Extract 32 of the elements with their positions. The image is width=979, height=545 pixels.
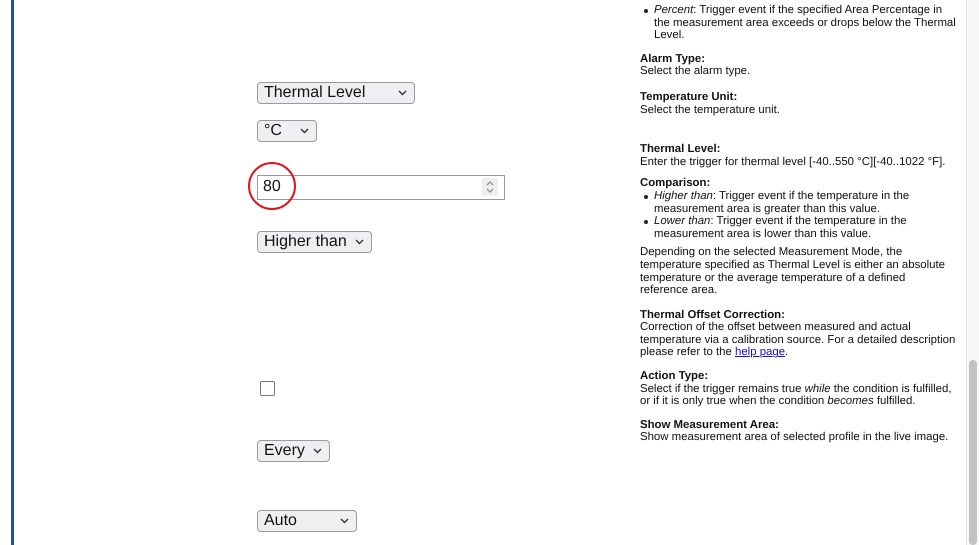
dropdown[interactable]: Auto [257,510,357,532]
help-text: Select the alarm type. [640,65,752,78]
help-text: Correction of the offset between measured and actual temperature via a calibration source. For a detailed description please refer to the help page. [640,321,956,360]
section-heading: Thermal Level: [640,143,722,156]
section-heading: Comparison: [640,177,712,190]
dropdown[interactable]: Every [257,440,330,462]
section-heading: Action Type: [640,370,710,383]
caret-icon [340,518,349,524]
help-link[interactable]: help page [735,346,786,358]
help-text: Depending on the selected Measurement Mode, the temperature specified as Thermal Level is either an absolute temperature or the average temperature of a defined reference area. [640,246,946,297]
help-text: Show measurement area of selected profile in the live image. [640,431,950,444]
spinner-icon [482,178,498,196]
scrollbar[interactable] [966,0,979,545]
caret-icon [398,90,407,96]
section-heading: Show Measurement Area: [640,418,780,432]
number-field[interactable]: 80 [257,174,505,200]
dropdown[interactable]: Thermal Level [257,82,415,104]
bullet-item: Percent: Trigger event if the specified Area Percentage in the measurement area exceeds or drops below the Thermal Level. [640,4,956,42]
section-heading: Temperature Unit: [640,90,738,104]
caret-icon [312,448,322,454]
bullet-item: Lower than: Trigger event if the temperature in the measurement area is lower than this value. [640,215,956,240]
dropdown[interactable]: °C [257,120,317,142]
section-heading: Thermal Offset Correction: [640,308,786,322]
checkbox[interactable] [260,380,275,396]
caret-icon [354,239,364,245]
help-text: Select the temperature unit. [640,104,781,116]
section-heading: Alarm Type: [640,52,706,66]
caret-icon [300,128,309,134]
help-text: Select if the trigger remains true while the condition is fulfilled, or if it is only true when the condition becomes fulfilled. [640,382,953,408]
help-text: Enter the trigger for thermal level [-40..550 °C][-40..1022 °F]. [640,156,946,168]
dropdown[interactable]: Higher than [257,231,372,253]
bullet-item: Higher than: Trigger event if the temperature in the measurement area is greater than this value. [640,190,956,216]
